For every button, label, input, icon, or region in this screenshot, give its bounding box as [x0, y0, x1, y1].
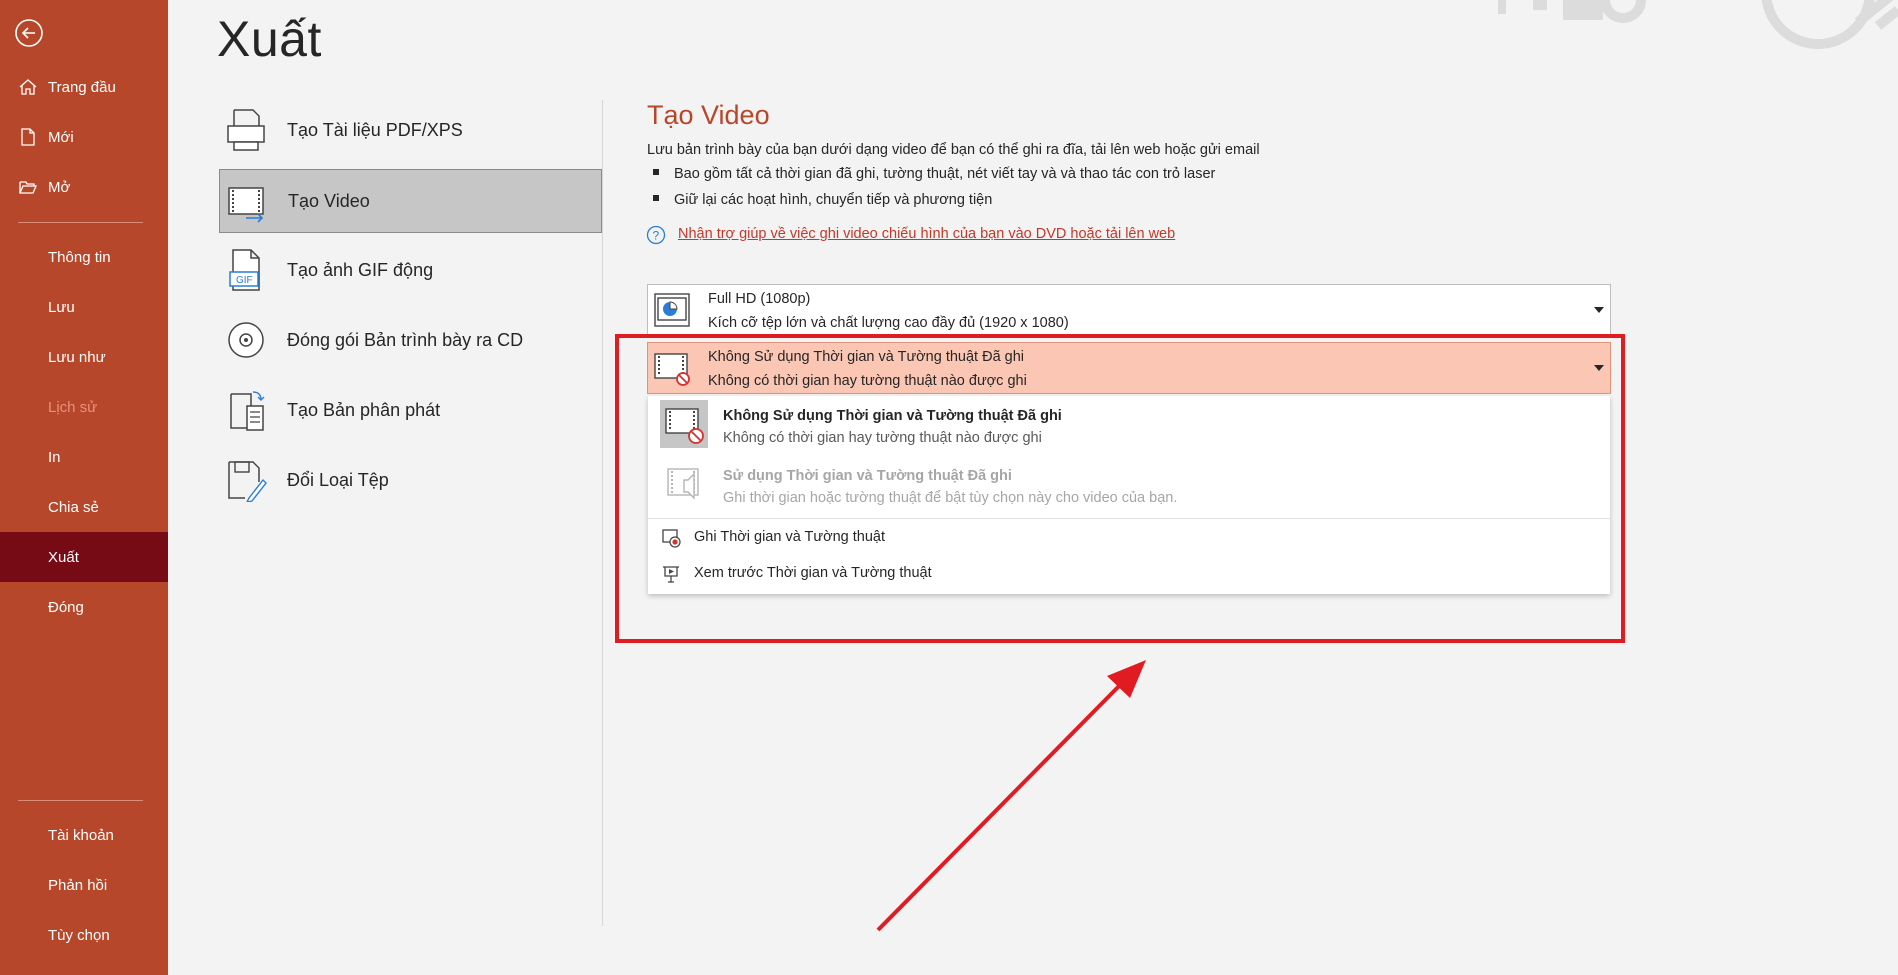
- folder-open-icon: [19, 181, 37, 194]
- export-option-change-file-type[interactable]: Đổi Loại Tệp: [219, 448, 602, 512]
- menu-item-description: Ghi thời gian hoặc tường thuật để bật tù…: [723, 490, 1178, 506]
- timing-narration-film-icon: [667, 468, 699, 500]
- export-option-handouts[interactable]: Tạo Bản phân phát: [219, 378, 602, 442]
- chevron-down-icon: [1594, 307, 1604, 313]
- nav-label: Chia sẻ: [48, 498, 99, 516]
- menu-divider: [648, 518, 1610, 519]
- nav-save-as[interactable]: Lưu như: [0, 332, 168, 382]
- nav-label: Lưu: [48, 298, 75, 316]
- nav-label: Xuất: [48, 548, 79, 566]
- export-option-label: Tạo Bản phân phát: [287, 399, 441, 420]
- nav-label: Mới: [48, 128, 74, 146]
- help-link[interactable]: Nhận trợ giúp về việc ghi video chiếu hì…: [678, 226, 1175, 242]
- nav-share[interactable]: Chia sẻ: [0, 482, 168, 532]
- export-option-label: Đổi Loại Tệp: [287, 469, 389, 490]
- menu-item-use-timings: Sử dụng Thời gian và Tường thuật Đã ghi …: [648, 456, 1610, 518]
- nav-history: Lịch sử: [0, 382, 168, 432]
- nav-options[interactable]: Tùy chọn: [0, 910, 168, 960]
- export-option-label: Tạo Video: [288, 190, 370, 211]
- svg-text:?: ?: [653, 229, 660, 243]
- nav-label: Thông tin: [48, 248, 111, 266]
- nav-open[interactable]: Mở: [0, 162, 168, 212]
- timing-narration-dropdown[interactable]: Không Sử dụng Thời gian và Tường thuật Đ…: [647, 342, 1611, 394]
- back-arrow-icon: [15, 19, 43, 47]
- nav-label: Trang đầu: [48, 78, 116, 96]
- nav-label: Lưu như: [48, 348, 106, 366]
- nav-label: Tùy chọn: [48, 926, 110, 944]
- export-option-label: Tạo Tài liệu PDF/XPS: [287, 119, 463, 140]
- quality-dropdown[interactable]: Full HD (1080p) Kích cỡ tệp lớn và chất …: [647, 284, 1611, 336]
- export-option-label: Đóng gói Bản trình bày ra CD: [287, 329, 524, 350]
- nav-divider: [18, 800, 143, 801]
- svg-text:GIF: GIF: [236, 275, 253, 286]
- nav-save[interactable]: Lưu: [0, 282, 168, 332]
- nav-label: Tài khoản: [48, 826, 114, 844]
- menu-action-label: Ghi Thời gian và Tường thuật: [694, 529, 886, 545]
- menu-action-label: Xem trước Thời gian và Tường thuật: [694, 565, 932, 581]
- gif-file-icon: GIF: [229, 249, 260, 291]
- backstage-sidebar: Trang đầu Mới Mở Thông tin Lưu Lưu như L…: [0, 0, 168, 975]
- pdf-document-icon: [227, 109, 265, 151]
- export-option-label: Tạo ảnh GIF động: [287, 259, 434, 280]
- dropdown-subtitle: Kích cỡ tệp lớn và chất lượng cao đầy đủ…: [708, 315, 1069, 331]
- nav-label: Đóng: [48, 598, 84, 616]
- export-option-package-cd[interactable]: Đóng gói Bản trình bày ra CD: [219, 308, 602, 372]
- menu-item-title: Không Sử dụng Thời gian và Tường thuật Đ…: [723, 408, 1062, 424]
- export-option-video[interactable]: Tạo Video: [219, 169, 602, 233]
- video-film-icon: [228, 187, 264, 223]
- chevron-down-icon: [1594, 365, 1604, 371]
- menu-item-description: Không có thời gian hay tường thuật nào đ…: [723, 430, 1042, 446]
- menu-item-title: Sử dụng Thời gian và Tường thuật Đã ghi: [723, 468, 1012, 484]
- nav-export[interactable]: Xuất: [0, 532, 168, 582]
- timing-dropdown-menu: Không Sử dụng Thời gian và Tường thuật Đ…: [648, 396, 1610, 594]
- new-document-icon: [21, 128, 35, 146]
- section-title: Tạo Video: [647, 100, 770, 130]
- bullet-text: Giữ lại các hoạt hình, chuyển tiếp và ph…: [674, 192, 993, 208]
- menu-action-record-timings[interactable]: Ghi Thời gian và Tường thuật: [648, 522, 1610, 552]
- nav-divider: [18, 222, 143, 223]
- nav-new[interactable]: Mới: [0, 112, 168, 162]
- presentation-quality-icon: [654, 293, 690, 327]
- nav-label: Mở: [48, 178, 71, 196]
- nav-close[interactable]: Đóng: [0, 582, 168, 632]
- bullet-text: Bao gồm tất cả thời gian đã ghi, tường t…: [674, 166, 1216, 182]
- dropdown-subtitle: Không có thời gian hay tường thuật nào đ…: [708, 373, 1027, 389]
- help-question-icon: ?: [646, 225, 666, 245]
- no-timing-film-icon: [654, 353, 690, 386]
- dropdown-title: Full HD (1080p): [708, 291, 811, 307]
- nav-feedback[interactable]: Phản hồi: [0, 860, 168, 910]
- menu-item-no-timings[interactable]: Không Sử dụng Thời gian và Tường thuật Đ…: [648, 396, 1610, 456]
- nav-label: Lịch sử: [48, 398, 98, 416]
- preview-presentation-icon: [663, 566, 679, 583]
- export-option-gif[interactable]: GIF Tạo ảnh GIF động: [219, 238, 602, 302]
- record-icon: [662, 529, 681, 548]
- back-button[interactable]: [14, 18, 44, 48]
- bullet-marker: [653, 195, 659, 202]
- annotation-arrow: [876, 660, 1146, 932]
- nav-info[interactable]: Thông tin: [0, 232, 168, 282]
- bullet-marker: [653, 169, 659, 176]
- bullet-item: Giữ lại các hoạt hình, chuyển tiếp và ph…: [653, 192, 992, 208]
- no-timing-film-icon: [660, 400, 708, 448]
- bullet-item: Bao gồm tất cả thời gian đã ghi, tường t…: [653, 166, 1215, 182]
- section-description: Lưu bản trình bày của bạn dưới dạng vide…: [647, 142, 1260, 158]
- menu-action-preview-timings[interactable]: Xem trước Thời gian và Tường thuật: [648, 558, 1610, 588]
- decorative-background-graphic: [1498, 0, 1898, 49]
- nav-print[interactable]: In: [0, 432, 168, 482]
- handouts-icon: [230, 391, 265, 431]
- panel-divider: [602, 100, 603, 926]
- nav-account[interactable]: Tài khoản: [0, 810, 168, 860]
- nav-label: In: [48, 448, 61, 466]
- page-title: Xuất: [217, 11, 322, 67]
- nav-label: Phản hồi: [48, 876, 108, 894]
- home-icon: [19, 79, 37, 95]
- cd-disc-icon: [228, 322, 264, 358]
- dropdown-title: Không Sử dụng Thời gian và Tường thuật Đ…: [708, 349, 1025, 365]
- nav-home[interactable]: Trang đầu: [0, 62, 168, 112]
- change-file-type-icon: [228, 461, 267, 502]
- export-option-pdf-xps[interactable]: Tạo Tài liệu PDF/XPS: [219, 98, 602, 162]
